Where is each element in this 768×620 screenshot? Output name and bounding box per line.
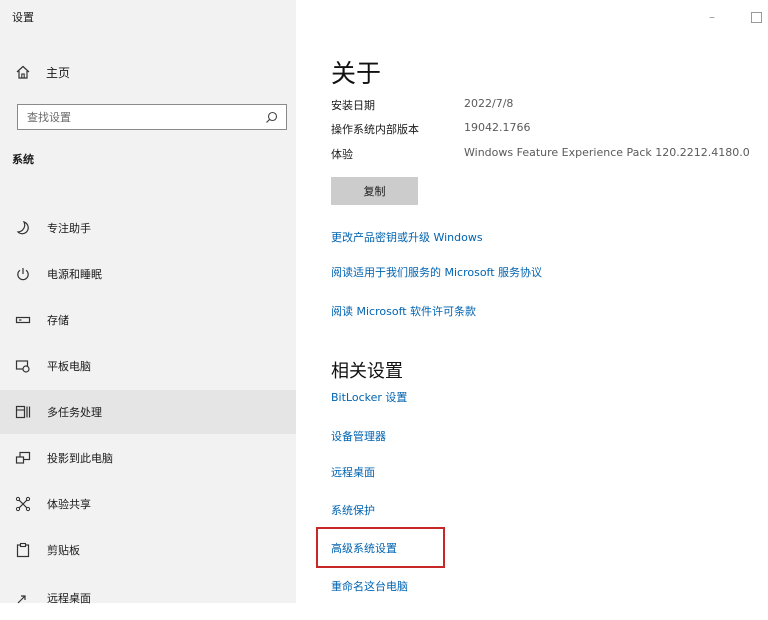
highlight-box [316, 527, 445, 568]
maximize-button[interactable] [744, 8, 768, 26]
minimize-icon: – [709, 10, 715, 24]
related-settings-title: 相关设置 [331, 361, 403, 382]
spec-key-experience: 体验 [331, 148, 353, 161]
home-icon [14, 63, 32, 81]
spec-value-os-build: 19042.1766 [464, 121, 531, 134]
spec-value-experience: Windows Feature Experience Pack 120.2212… [464, 146, 750, 159]
spec-key-os-build: 操作系统内部版本 [331, 123, 419, 136]
link-bitlocker-settings[interactable]: BitLocker 设置 [331, 389, 407, 405]
sidebar-item-power-sleep[interactable]: 电源和睡眠 [0, 252, 296, 296]
remote-desktop-icon [14, 589, 32, 607]
sidebar-item-label: 远程桌面 [47, 592, 91, 605]
copy-button[interactable]: 复制 [331, 177, 418, 205]
link-remote-desktop[interactable]: 远程桌面 [331, 464, 375, 480]
page-title: 关于 [331, 59, 382, 88]
link-change-product-key[interactable]: 更改产品密钥或升级 Windows [331, 229, 483, 245]
spec-key-install-date: 安装日期 [331, 99, 375, 112]
sidebar-item-project-to-pc[interactable]: 投影到此电脑 [0, 436, 296, 480]
link-rename-pc[interactable]: 重命名这台电脑 [331, 578, 408, 594]
sidebar: 设置 主页 系统 专注助手 电源和睡眠 存储 平板电脑 [0, 0, 305, 605]
sidebar-item-label: 剪贴板 [47, 544, 80, 557]
sidebar-item-label: 专注助手 [47, 222, 91, 235]
sidebar-item-label: 体验共享 [47, 498, 91, 511]
link-service-agreement[interactable]: 阅读适用于我们服务的 Microsoft 服务协议 [331, 264, 542, 280]
sidebar-item-storage[interactable]: 存储 [0, 298, 296, 342]
sidebar-item-label: 电源和睡眠 [47, 268, 102, 281]
link-device-manager[interactable]: 设备管理器 [331, 428, 386, 444]
home-nav-item[interactable]: 主页 [14, 60, 70, 84]
link-system-protection[interactable]: 系统保护 [331, 502, 375, 518]
tablet-icon [14, 357, 32, 375]
sidebar-item-label: 投影到此电脑 [47, 452, 113, 465]
sidebar-item-shared-experiences[interactable]: 体验共享 [0, 482, 296, 526]
share-icon [14, 495, 32, 513]
minimize-button[interactable]: – [700, 8, 724, 26]
projector-icon [14, 449, 32, 467]
section-title: 系统 [12, 153, 34, 166]
sidebar-item-label: 平板电脑 [47, 360, 91, 373]
sidebar-item-tablet[interactable]: 平板电脑 [0, 344, 296, 388]
sidebar-item-remote-desktop[interactable]: 远程桌面 [0, 576, 296, 620]
home-label: 主页 [46, 65, 71, 80]
sidebar-item-focus-assist[interactable]: 专注助手 [0, 206, 296, 250]
storage-icon [14, 311, 32, 329]
app-title: 设置 [12, 11, 34, 24]
spec-value-install-date: 2022/7/8 [464, 97, 514, 110]
search-input[interactable] [18, 106, 260, 128]
sidebar-item-clipboard[interactable]: 剪贴板 [0, 528, 296, 572]
multitasking-icon [14, 403, 32, 421]
sidebar-item-multitasking[interactable]: 多任务处理 [0, 390, 296, 434]
search-box[interactable] [17, 104, 287, 130]
sidebar-item-label: 多任务处理 [47, 406, 102, 419]
moon-icon [14, 219, 32, 237]
link-license-terms[interactable]: 阅读 Microsoft 软件许可条款 [331, 303, 476, 319]
power-icon [14, 265, 32, 283]
maximize-icon [750, 11, 762, 23]
sidebar-item-label: 存储 [47, 314, 69, 327]
clipboard-icon [14, 541, 32, 559]
search-icon[interactable] [260, 111, 282, 124]
